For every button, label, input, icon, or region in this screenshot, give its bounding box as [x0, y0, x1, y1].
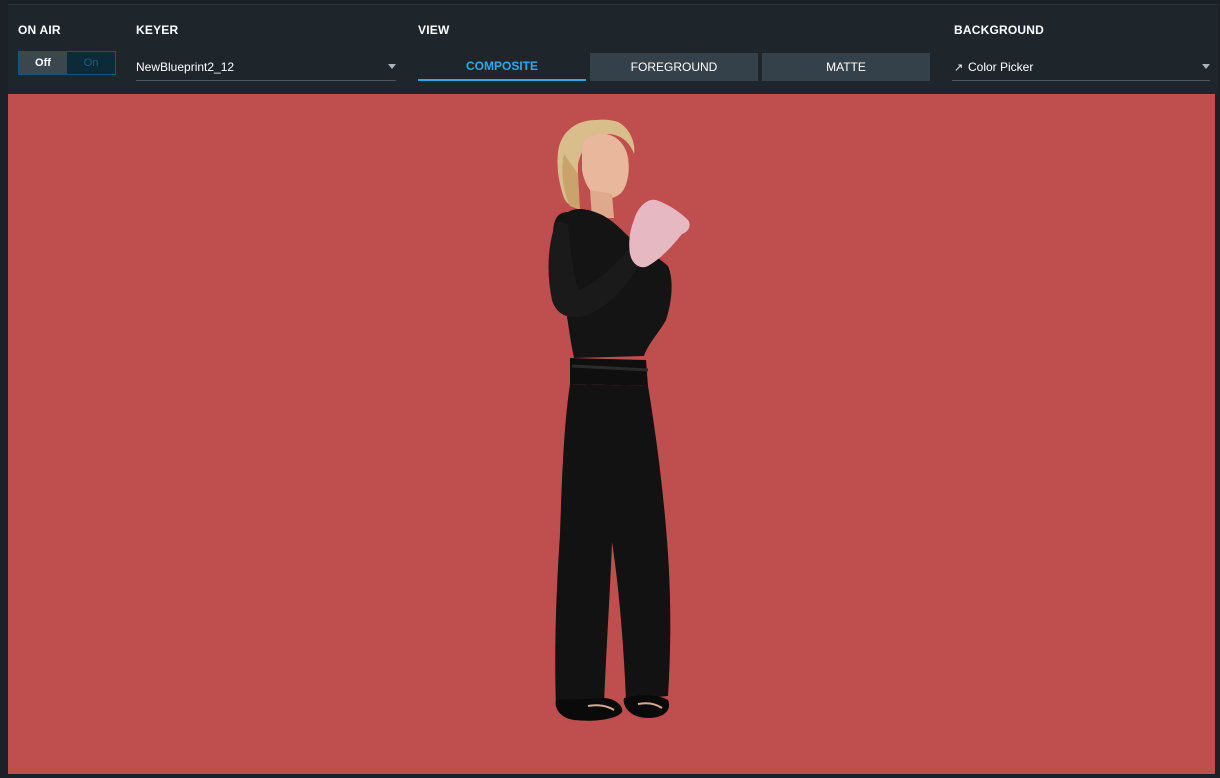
view-label: VIEW: [418, 23, 450, 37]
keyer-label: KEYER: [136, 23, 179, 37]
toolbar: ON AIR Off On KEYER NewBlueprint2_12 VIE…: [8, 4, 1218, 95]
on-air-on-option[interactable]: On: [67, 52, 115, 74]
keyer-dropdown[interactable]: NewBlueprint2_12: [136, 55, 396, 81]
keyer-app: ON AIR Off On KEYER NewBlueprint2_12 VIE…: [0, 0, 1220, 778]
on-air-toggle[interactable]: Off On: [18, 51, 116, 75]
standing-woman-image: [548, 119, 690, 721]
view-tabs: COMPOSITE FOREGROUND MATTE: [418, 53, 932, 81]
tab-foreground[interactable]: FOREGROUND: [590, 53, 758, 81]
background-value: Color Picker: [968, 60, 1034, 74]
tab-matte[interactable]: MATTE: [762, 53, 930, 81]
chevron-down-icon: [388, 64, 396, 69]
on-air-off-option[interactable]: Off: [19, 52, 67, 74]
tab-composite[interactable]: COMPOSITE: [418, 53, 586, 81]
chevron-down-icon: [1202, 64, 1210, 69]
background-dropdown[interactable]: ↗ Color Picker: [952, 55, 1210, 81]
composite-preview: [8, 94, 1215, 774]
eyedropper-icon: ↗: [954, 62, 964, 74]
on-air-label: ON AIR: [18, 23, 61, 37]
background-label: BACKGROUND: [954, 23, 1044, 37]
keyer-value: NewBlueprint2_12: [136, 60, 235, 74]
background-value-wrap: ↗ Color Picker: [954, 60, 1033, 74]
